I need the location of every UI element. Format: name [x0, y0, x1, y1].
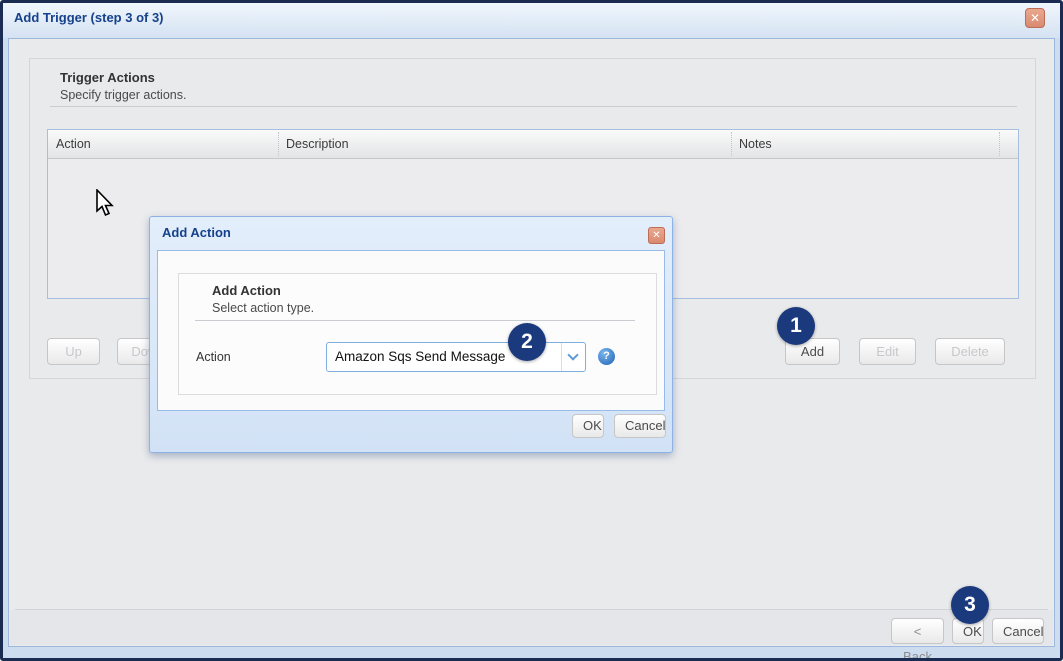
column-divider[interactable]: [999, 132, 1000, 156]
combo-trigger[interactable]: [561, 343, 585, 371]
add-trigger-dialog: Add Trigger (step 3 of 3) ✕ Trigger Acti…: [0, 0, 1063, 661]
action-field-label: Action: [196, 350, 231, 364]
trigger-actions-subheading: Specify trigger actions.: [60, 88, 186, 102]
step-badge-2: 2: [508, 323, 546, 361]
add-action-cancel-button[interactable]: Cancel: [614, 414, 666, 438]
trigger-actions-heading: Trigger Actions: [60, 70, 155, 85]
cancel-button[interactable]: Cancel: [992, 618, 1044, 644]
divider: [50, 106, 1017, 107]
add-action-dialog: Add Action ✕ Add Action Select action ty…: [149, 216, 673, 453]
action-select[interactable]: Amazon Sqs Send Message: [326, 342, 586, 372]
close-icon[interactable]: ✕: [1025, 8, 1045, 28]
column-header-notes[interactable]: Notes: [731, 130, 996, 158]
chevron-down-icon: [567, 349, 578, 360]
back-button[interactable]: < Back: [891, 618, 944, 644]
divider: [195, 320, 635, 321]
dialog-titlebar: Add Trigger (step 3 of 3): [3, 3, 1060, 38]
add-action-subheading: Select action type.: [212, 301, 314, 315]
action-select-value: Amazon Sqs Send Message: [335, 343, 505, 371]
up-button[interactable]: Up: [47, 338, 100, 365]
add-action-content: Add Action Select action type. Action Am…: [157, 250, 665, 411]
step-badge-3: 3: [951, 586, 989, 624]
column-header-action[interactable]: Action: [48, 130, 276, 158]
edit-button[interactable]: Edit: [859, 338, 916, 365]
add-action-ok-button[interactable]: OK: [572, 414, 604, 438]
add-action-title: Add Action: [162, 225, 231, 240]
add-action-groupbox: Add Action Select action type. Action Am…: [178, 273, 657, 395]
close-icon[interactable]: ✕: [648, 227, 665, 244]
add-action-heading: Add Action: [212, 283, 281, 298]
step-badge-1: 1: [777, 307, 815, 345]
help-icon[interactable]: ?: [598, 348, 615, 365]
delete-button[interactable]: Delete: [935, 338, 1005, 365]
column-header-description[interactable]: Description: [278, 130, 728, 158]
mouse-cursor: [96, 189, 118, 219]
actions-table-header: Action Description Notes: [48, 130, 1018, 159]
dialog-title: Add Trigger (step 3 of 3): [14, 10, 164, 25]
